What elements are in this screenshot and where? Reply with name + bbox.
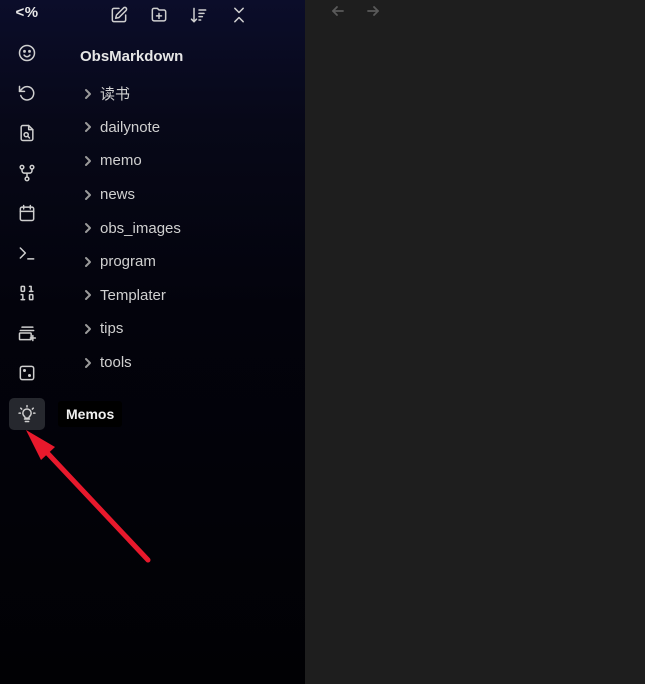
left-sidebar: <% ObsMarkdown 读书 dailynote memo news ob… (0, 0, 305, 684)
chevron-right-icon (78, 321, 98, 337)
folder-label: obs_images (100, 219, 181, 237)
chevron-right-icon (78, 254, 98, 270)
new-note-icon[interactable] (106, 2, 132, 28)
folder-label: news (100, 186, 136, 204)
collapse-all-icon[interactable] (226, 2, 252, 28)
file-tree: 读书 dailynote memo news obs_images progra… (78, 77, 181, 379)
ribbon: <% (0, 0, 54, 684)
folder-label: dailynote (100, 118, 161, 136)
chevron-right-icon (78, 153, 98, 169)
folder-label: 读书 (100, 86, 131, 104)
folder-item[interactable]: obs_images (78, 211, 181, 245)
folder-item[interactable]: tools (78, 346, 181, 380)
folder-item[interactable]: dailynote (78, 111, 181, 145)
folder-label: tools (100, 354, 132, 372)
terminal-icon[interactable] (9, 237, 45, 269)
folder-item[interactable]: 读书 (78, 77, 181, 111)
calendar-icon[interactable] (9, 197, 45, 229)
git-fork-icon[interactable] (9, 157, 45, 189)
chevron-right-icon (78, 355, 98, 371)
folder-label: Templater (100, 286, 166, 304)
lightbulb-icon[interactable] (9, 398, 45, 430)
list-plus-icon[interactable] (9, 317, 45, 349)
new-folder-icon[interactable] (146, 2, 172, 28)
file-explorer-actions (106, 2, 252, 28)
file-search-icon[interactable] (9, 117, 45, 149)
dice-icon[interactable] (9, 357, 45, 389)
folder-item[interactable]: news (78, 178, 181, 212)
folder-item[interactable]: Templater (78, 279, 181, 313)
folder-label: memo (100, 152, 142, 170)
folder-item[interactable]: program (78, 245, 181, 279)
chevron-right-icon (78, 119, 98, 135)
rotate-ccw-icon[interactable] (9, 77, 45, 109)
chevron-right-icon (78, 86, 98, 102)
folder-item[interactable]: memo (78, 144, 181, 178)
templater-label[interactable]: <% (0, 4, 54, 21)
folder-label: tips (100, 320, 124, 338)
smiley-icon[interactable] (9, 37, 45, 69)
sort-icon[interactable] (186, 2, 212, 28)
chevron-right-icon (78, 287, 98, 303)
chevron-right-icon (78, 220, 98, 236)
editor-pane (305, 0, 645, 684)
vault-title[interactable]: ObsMarkdown (80, 48, 183, 65)
chevron-right-icon (78, 187, 98, 203)
binary-icon[interactable] (9, 277, 45, 309)
folder-item[interactable]: tips (78, 312, 181, 346)
tooltip: Memos (58, 401, 123, 427)
arrow-right-icon[interactable] (360, 0, 386, 22)
arrow-left-icon[interactable] (325, 0, 351, 22)
folder-label: program (100, 253, 156, 271)
